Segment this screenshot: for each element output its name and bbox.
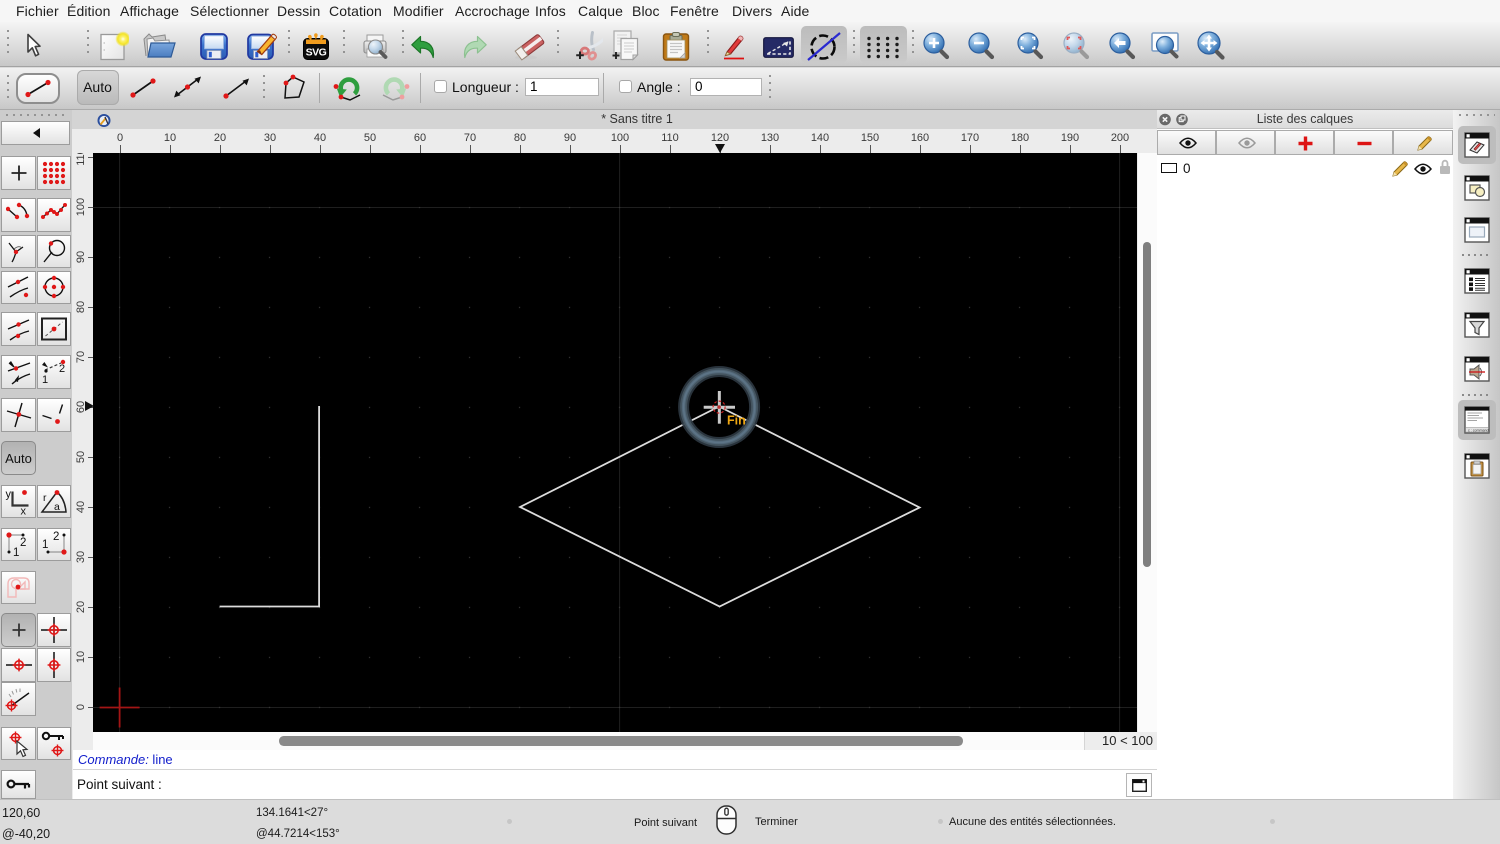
svg-text:Fin: Fin xyxy=(727,413,746,427)
svg-text:2: 2 xyxy=(53,531,59,543)
svg-text:1: 1 xyxy=(42,374,48,386)
svg-text:y: y xyxy=(5,488,11,500)
svg-text:a: a xyxy=(54,501,60,513)
svg-text:r: r xyxy=(43,492,47,504)
svg-text:1: 1 xyxy=(42,539,48,551)
svg-text:2: 2 xyxy=(59,363,65,375)
svg-text:c : command: c : command xyxy=(1468,428,1489,432)
svg-text:1: 1 xyxy=(13,547,19,558)
svg-text:x: x xyxy=(20,505,26,515)
svg-text:2: 2 xyxy=(20,537,26,549)
svg-text:SVG: SVG xyxy=(306,47,327,59)
